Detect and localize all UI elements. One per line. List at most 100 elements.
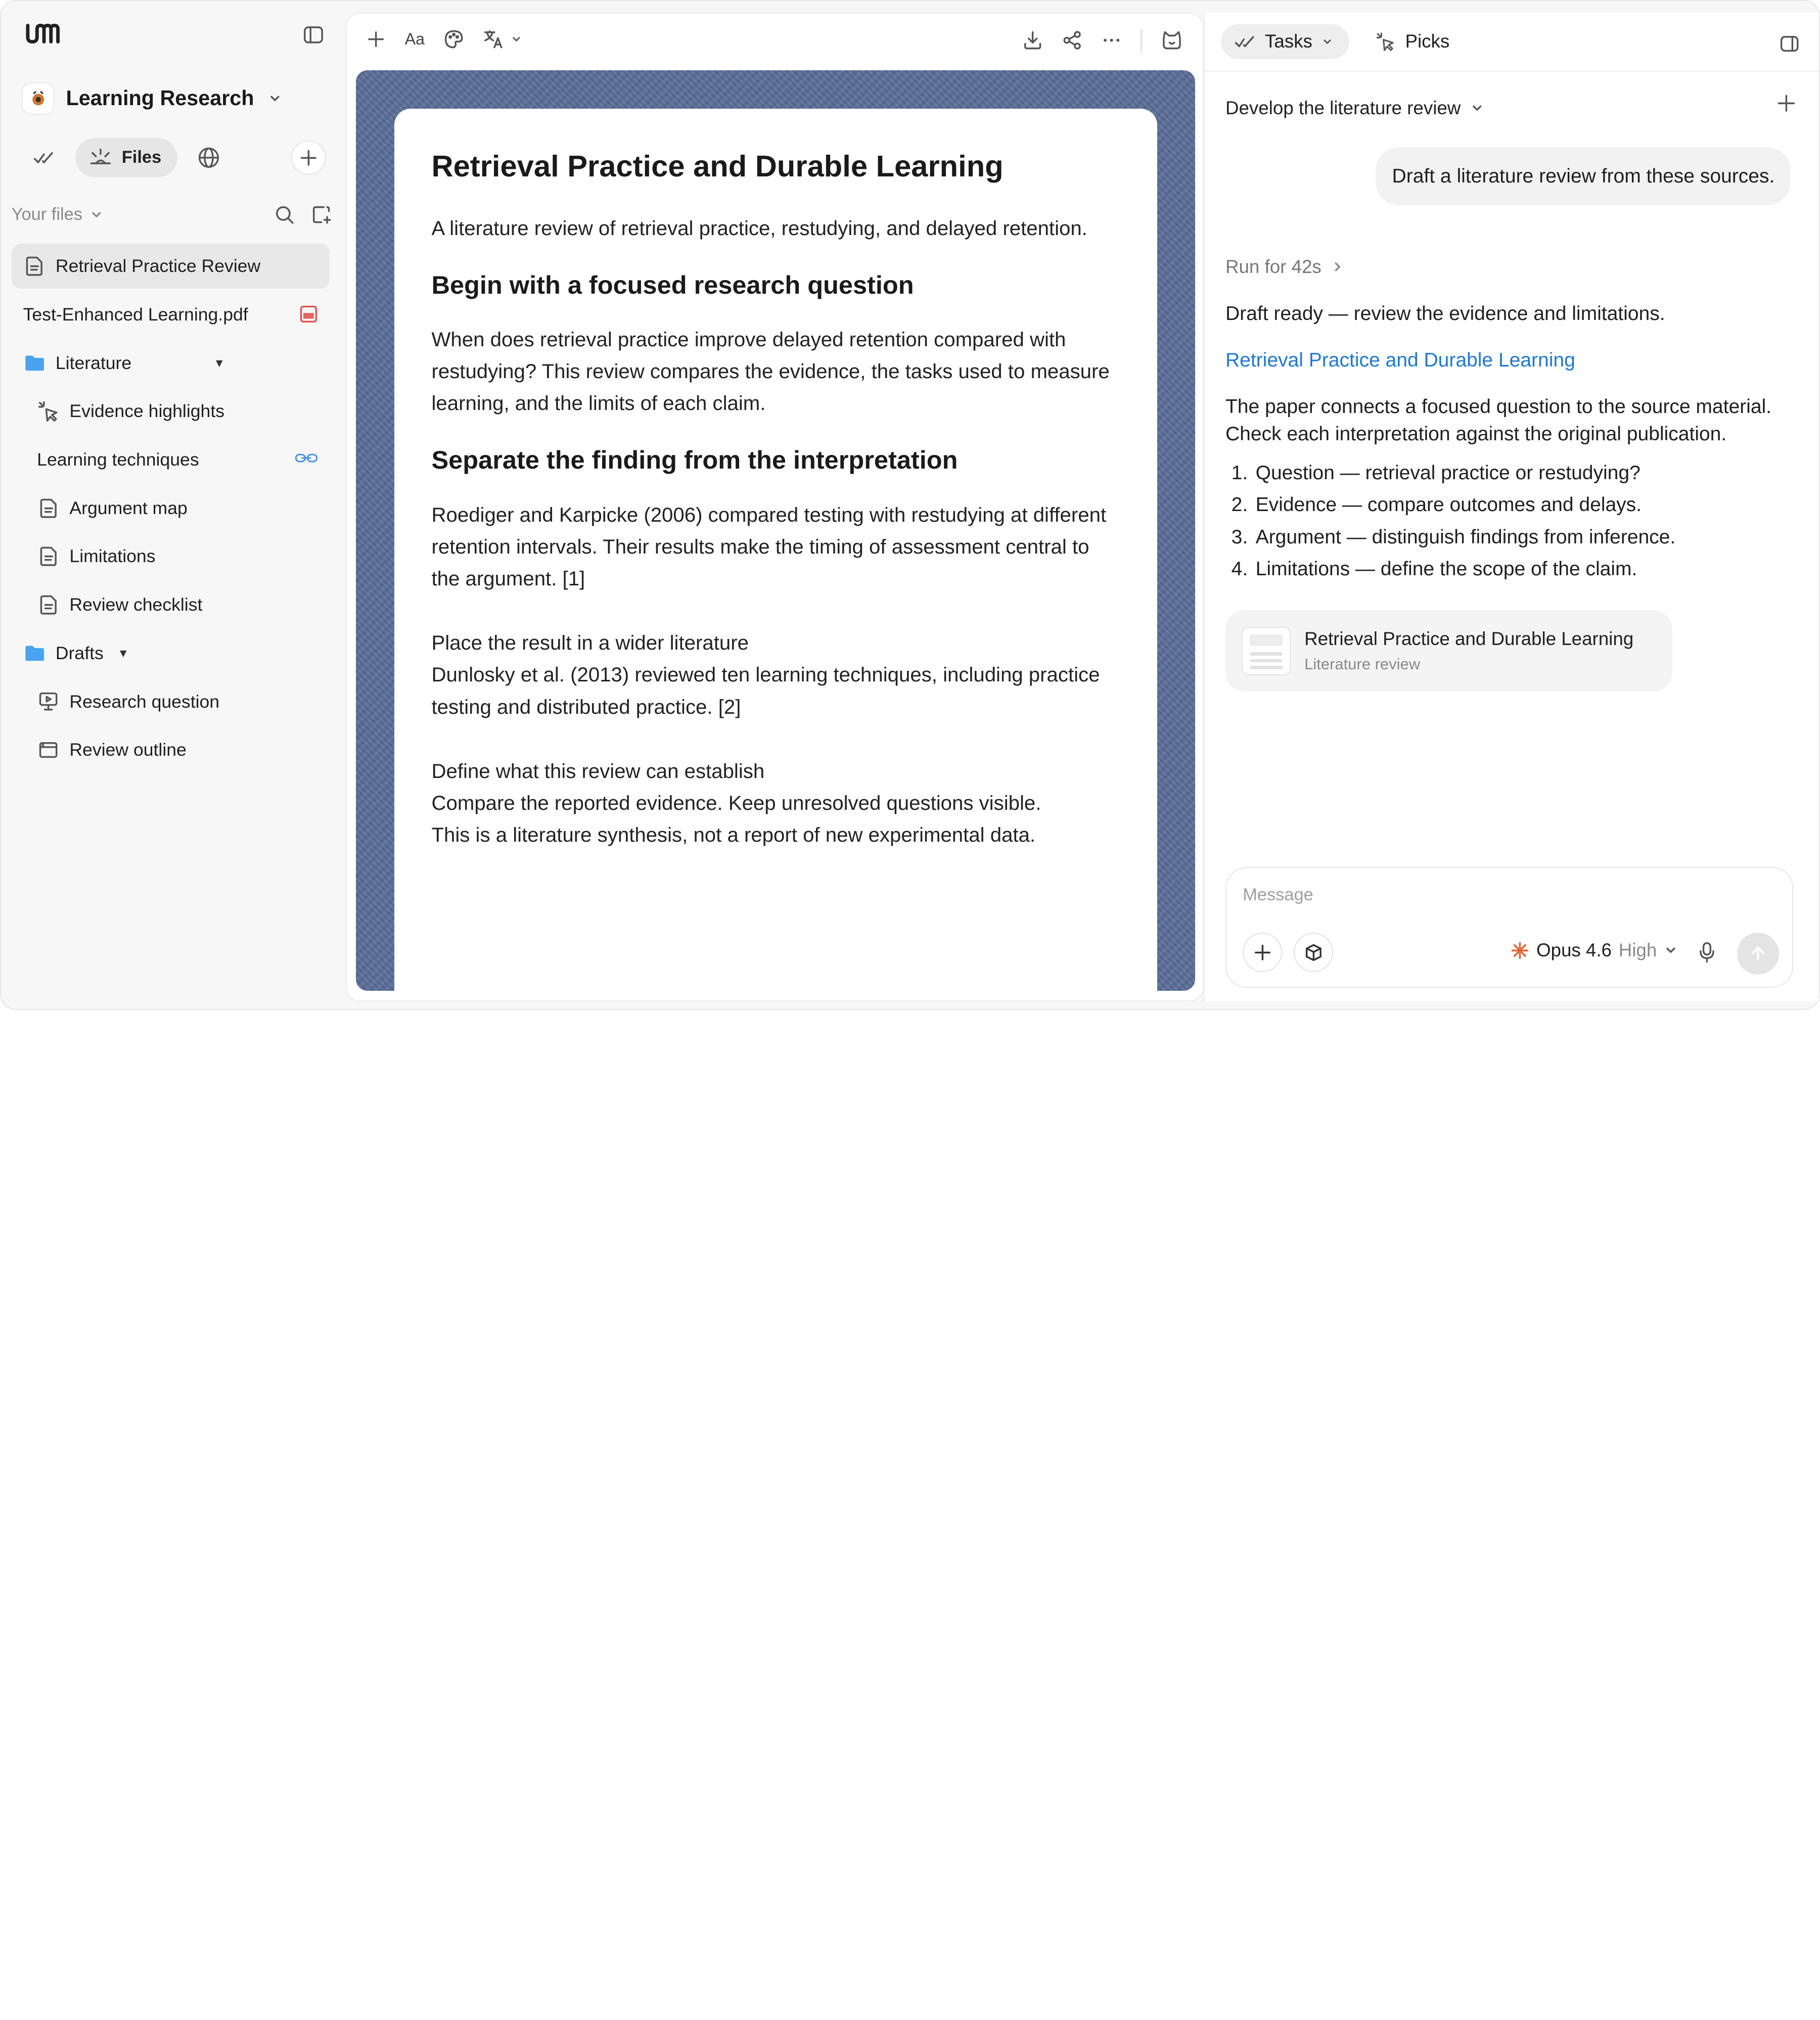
list-item: Limitations — define the scope of the cl… bbox=[1253, 553, 1800, 585]
send-button[interactable] bbox=[1737, 933, 1779, 975]
your-files-label[interactable]: Your files bbox=[12, 205, 82, 224]
folder-icon bbox=[23, 351, 47, 375]
file-item-learning-techniques[interactable]: Learning techniques bbox=[12, 437, 330, 483]
file-label: Evidence highlights bbox=[69, 401, 224, 422]
add-button[interactable] bbox=[291, 140, 326, 175]
user-message-text: Draft a literature review from these sou… bbox=[1392, 165, 1775, 187]
user-message: Draft a literature review from these sou… bbox=[1376, 147, 1791, 206]
globe-icon[interactable] bbox=[189, 138, 229, 177]
assistant-icon[interactable] bbox=[1160, 30, 1184, 51]
tasks-checks-icon[interactable] bbox=[24, 138, 64, 177]
document-canvas: Retrieval Practice and Durable Learning … bbox=[356, 70, 1196, 991]
list-item: Argument — distinguish findings from inf… bbox=[1253, 521, 1800, 553]
run-details[interactable]: Run for 42s bbox=[1225, 256, 1345, 278]
paragraph: This is a literature synthesis, not a re… bbox=[431, 823, 1036, 847]
folder-icon bbox=[23, 641, 47, 665]
message-input[interactable]: Message bbox=[1243, 885, 1313, 905]
section-heading: Separate the finding from the interpreta… bbox=[431, 445, 958, 475]
file-item-limitations[interactable]: Limitations bbox=[12, 534, 330, 579]
app-window: Learning Research Files Your files Retri… bbox=[0, 0, 1820, 1010]
font-button[interactable]: Aa bbox=[405, 30, 425, 49]
translate-icon[interactable] bbox=[483, 29, 522, 50]
workspace-switcher[interactable]: Learning Research bbox=[22, 82, 282, 115]
share-icon[interactable] bbox=[1062, 30, 1082, 51]
pdf-icon bbox=[299, 305, 318, 324]
task-selector[interactable]: Develop the literature review bbox=[1225, 98, 1484, 119]
tab-files[interactable]: Files bbox=[75, 137, 178, 177]
file-label: Limitations bbox=[69, 546, 156, 567]
file-item-argument-map[interactable]: Argument map bbox=[12, 485, 330, 531]
paragraph-heading: Place the result in a wider literature bbox=[431, 631, 749, 655]
link-icon bbox=[295, 450, 318, 466]
sidebar-toggle-icon[interactable] bbox=[302, 23, 325, 47]
tab-picks[interactable]: Picks bbox=[1361, 24, 1466, 59]
sidebar: Learning Research Files Your files Retri… bbox=[1, 1, 346, 1009]
document-pane: Aa Retrieval Practice and Durable Learni… bbox=[345, 12, 1205, 1002]
chevron-down-icon bbox=[513, 37, 520, 41]
file-item-test-enhanced-learning-pdf[interactable]: Test-Enhanced Learning.pdf bbox=[12, 292, 330, 338]
pointer-click-icon bbox=[1376, 32, 1394, 51]
chevron-down-icon bbox=[268, 91, 282, 106]
plus-icon bbox=[1254, 944, 1270, 960]
model-selector[interactable]: Opus 4.6 High bbox=[1511, 940, 1677, 961]
message-composer[interactable]: Message Opus 4.6 High bbox=[1225, 866, 1793, 988]
model-level: High bbox=[1618, 940, 1657, 961]
tab-files-label: Files bbox=[121, 148, 162, 167]
doc-icon bbox=[37, 496, 60, 520]
file-item-research-question[interactable]: Research question bbox=[12, 679, 330, 724]
attachment-title: Retrieval Practice and Durable Learning bbox=[1304, 628, 1634, 650]
chevron-right-icon bbox=[1335, 262, 1341, 271]
file-item-evidence-highlights[interactable]: Evidence highlights bbox=[12, 389, 330, 434]
palette-icon[interactable] bbox=[443, 29, 464, 50]
reply-list: Question — retrieval practice or restudy… bbox=[1253, 457, 1800, 585]
workspace-name: Learning Research bbox=[66, 86, 254, 110]
window-icon bbox=[37, 739, 60, 762]
chevron-down-icon[interactable] bbox=[89, 208, 104, 222]
file-item-review-outline[interactable]: Review outline bbox=[12, 727, 330, 773]
new-file-icon[interactable] bbox=[311, 204, 332, 225]
attachment-card[interactable]: Retrieval Practice and Durable Learning … bbox=[1225, 610, 1672, 692]
attach-plus-button[interactable] bbox=[1243, 933, 1283, 973]
document-page[interactable]: Retrieval Practice and Durable Learning … bbox=[394, 109, 1157, 991]
more-icon[interactable] bbox=[1101, 30, 1122, 51]
panel-layout-icon[interactable] bbox=[1779, 33, 1800, 54]
document-title: Retrieval Practice and Durable Learning bbox=[431, 149, 1004, 183]
spark-icon bbox=[90, 149, 111, 165]
toolbar-divider bbox=[1141, 28, 1142, 52]
microphone-icon[interactable] bbox=[1698, 941, 1716, 964]
paragraph: Compare the reported evidence. Keep unre… bbox=[431, 792, 1041, 815]
assistant-reply: Draft ready — review the evidence and li… bbox=[1225, 300, 1800, 584]
download-icon[interactable] bbox=[1022, 30, 1043, 51]
workspace-icon bbox=[22, 82, 55, 115]
folder-label: Literature bbox=[55, 352, 132, 373]
doc-icon bbox=[37, 593, 60, 617]
file-label: Review checklist bbox=[69, 594, 203, 615]
your-files-header: Your files bbox=[12, 204, 332, 225]
tools-button[interactable] bbox=[1294, 933, 1334, 973]
search-icon[interactable] bbox=[274, 204, 295, 225]
folder-drafts[interactable]: Drafts ▼ bbox=[12, 631, 330, 676]
plus-icon[interactable] bbox=[366, 29, 386, 50]
chevron-down-icon bbox=[1324, 39, 1331, 44]
folder-literature[interactable]: Literature ▼ bbox=[12, 340, 330, 386]
arrow-up-icon bbox=[1751, 946, 1765, 961]
tasks-checks-icon bbox=[1235, 36, 1254, 48]
file-tree: Retrieval Practice Review Test-Enhanced … bbox=[11, 243, 330, 776]
file-label: Learning techniques bbox=[37, 449, 199, 470]
file-label: Test-Enhanced Learning.pdf bbox=[23, 304, 248, 325]
document-thumbnail-icon bbox=[1242, 626, 1291, 675]
document-subtitle: A literature review of retrieval practic… bbox=[431, 217, 1087, 240]
app-logo[interactable] bbox=[24, 20, 61, 48]
document-toolbar: Aa bbox=[347, 14, 1205, 69]
caret-down-icon[interactable]: ▼ bbox=[213, 356, 225, 370]
tab-picks-label: Picks bbox=[1405, 31, 1450, 52]
reply-document-link[interactable]: Retrieval Practice and Durable Learning bbox=[1225, 347, 1800, 374]
chevron-down-icon bbox=[1666, 947, 1675, 953]
paragraph: When does retrieval practice improve del… bbox=[431, 328, 1110, 415]
file-item-review-checklist[interactable]: Review checklist bbox=[12, 582, 330, 628]
tab-tasks[interactable]: Tasks bbox=[1220, 24, 1350, 59]
file-label: Research question bbox=[69, 691, 220, 712]
new-task-plus-icon[interactable] bbox=[1777, 94, 1796, 113]
caret-down-icon[interactable]: ▼ bbox=[117, 647, 129, 660]
file-item-retrieval-practice-review[interactable]: Retrieval Practice Review bbox=[11, 243, 330, 289]
